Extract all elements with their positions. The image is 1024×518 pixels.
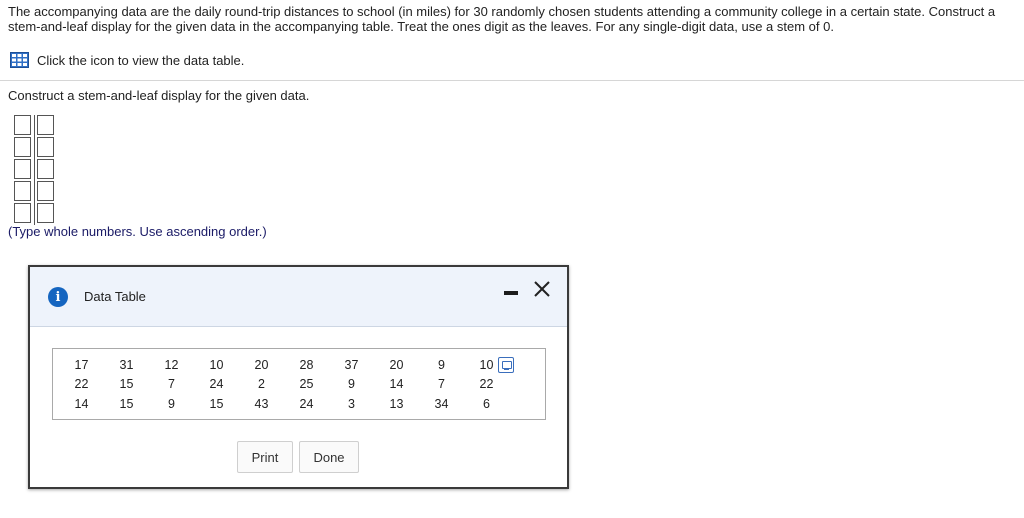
table-grid-icon[interactable]: [10, 52, 29, 68]
stem-leaf-display: [14, 115, 56, 225]
table-cell: 20: [254, 357, 269, 372]
copy-icon[interactable]: [498, 357, 514, 373]
table-cell: 28: [299, 357, 314, 372]
table-cell: 43: [254, 396, 269, 411]
table-cell: 13: [389, 396, 404, 411]
table-cell: 15: [209, 396, 224, 411]
table-cell: 24: [299, 396, 314, 411]
view-data-table-link[interactable]: Click the icon to view the data table.: [10, 52, 244, 68]
close-icon[interactable]: [532, 279, 552, 299]
stem-leaf-row: [14, 159, 56, 181]
print-button[interactable]: Print: [237, 441, 293, 473]
table-cell: 31: [119, 357, 134, 372]
close-button[interactable]: [532, 279, 552, 299]
stem-leaf-row: [14, 137, 56, 159]
table-cell: 15: [119, 396, 134, 411]
dialog-header: i Data Table: [30, 267, 567, 327]
data-table-container: 17 31 12 10 20 28 37 20 9 10 22 15 7 24 2 25 9 14 7 22 14 15 9…: [52, 348, 546, 420]
table-cell: 25: [299, 377, 314, 392]
done-button[interactable]: Done: [299, 441, 359, 473]
table-cell: 14: [389, 377, 404, 392]
minimize-button[interactable]: [504, 291, 518, 295]
stem-leaf-row: [14, 203, 56, 225]
data-link-label[interactable]: Click the icon to view the data table.: [37, 53, 244, 68]
leaf-input[interactable]: [37, 115, 54, 135]
leaf-input[interactable]: [37, 203, 54, 223]
table-row: 14 15 9 15 43 24 3 13 34 6: [59, 394, 509, 414]
data-table-dialog: i Data Table 17 31 12 10 20 28 37 20 9 10 22 15 7 24 2…: [28, 265, 569, 489]
table-cell: 22: [479, 377, 494, 392]
table-cell: 12: [164, 357, 179, 372]
stem-input[interactable]: [14, 115, 31, 135]
table-cell: 2: [258, 377, 265, 392]
info-icon: i: [48, 287, 68, 307]
table-cell: 14: [74, 396, 89, 411]
dialog-title: Data Table: [84, 289, 146, 304]
stem-input[interactable]: [14, 137, 31, 157]
table-cell: 10: [209, 357, 224, 372]
table-cell: 7: [438, 377, 445, 392]
answer-hint: (Type whole numbers. Use ascending order…: [8, 224, 267, 239]
instruction-text: Construct a stem-and-leaf display for th…: [8, 88, 310, 103]
question-text: The accompanying data are the daily roun…: [8, 4, 996, 34]
table-cell: 34: [434, 396, 449, 411]
table-cell: 15: [119, 377, 134, 392]
stem-input[interactable]: [14, 181, 31, 201]
section-divider: [0, 80, 1024, 81]
leaf-input[interactable]: [37, 137, 54, 157]
table-cell: 9: [348, 377, 355, 392]
stem-input[interactable]: [14, 203, 31, 223]
data-table: 17 31 12 10 20 28 37 20 9 10 22 15 7 24 2 25 9 14 7 22 14 15 9…: [59, 355, 509, 414]
table-cell: 17: [74, 357, 89, 372]
leaf-input[interactable]: [37, 159, 54, 179]
leaf-input[interactable]: [37, 181, 54, 201]
table-cell: 6: [483, 396, 490, 411]
stem-leaf-row: [14, 181, 56, 203]
table-cell: 37: [344, 357, 359, 372]
stem-input[interactable]: [14, 159, 31, 179]
table-cell: 24: [209, 377, 224, 392]
table-cell: 3: [348, 396, 355, 411]
table-cell: 22: [74, 377, 89, 392]
table-row: 17 31 12 10 20 28 37 20 9 10: [59, 355, 509, 375]
table-cell: 9: [168, 396, 175, 411]
table-row: 22 15 7 24 2 25 9 14 7 22: [59, 375, 509, 395]
table-cell: 7: [168, 377, 175, 392]
table-cell: 9: [438, 357, 445, 372]
stem-leaf-row: [14, 115, 56, 137]
table-cell: 20: [389, 357, 404, 372]
